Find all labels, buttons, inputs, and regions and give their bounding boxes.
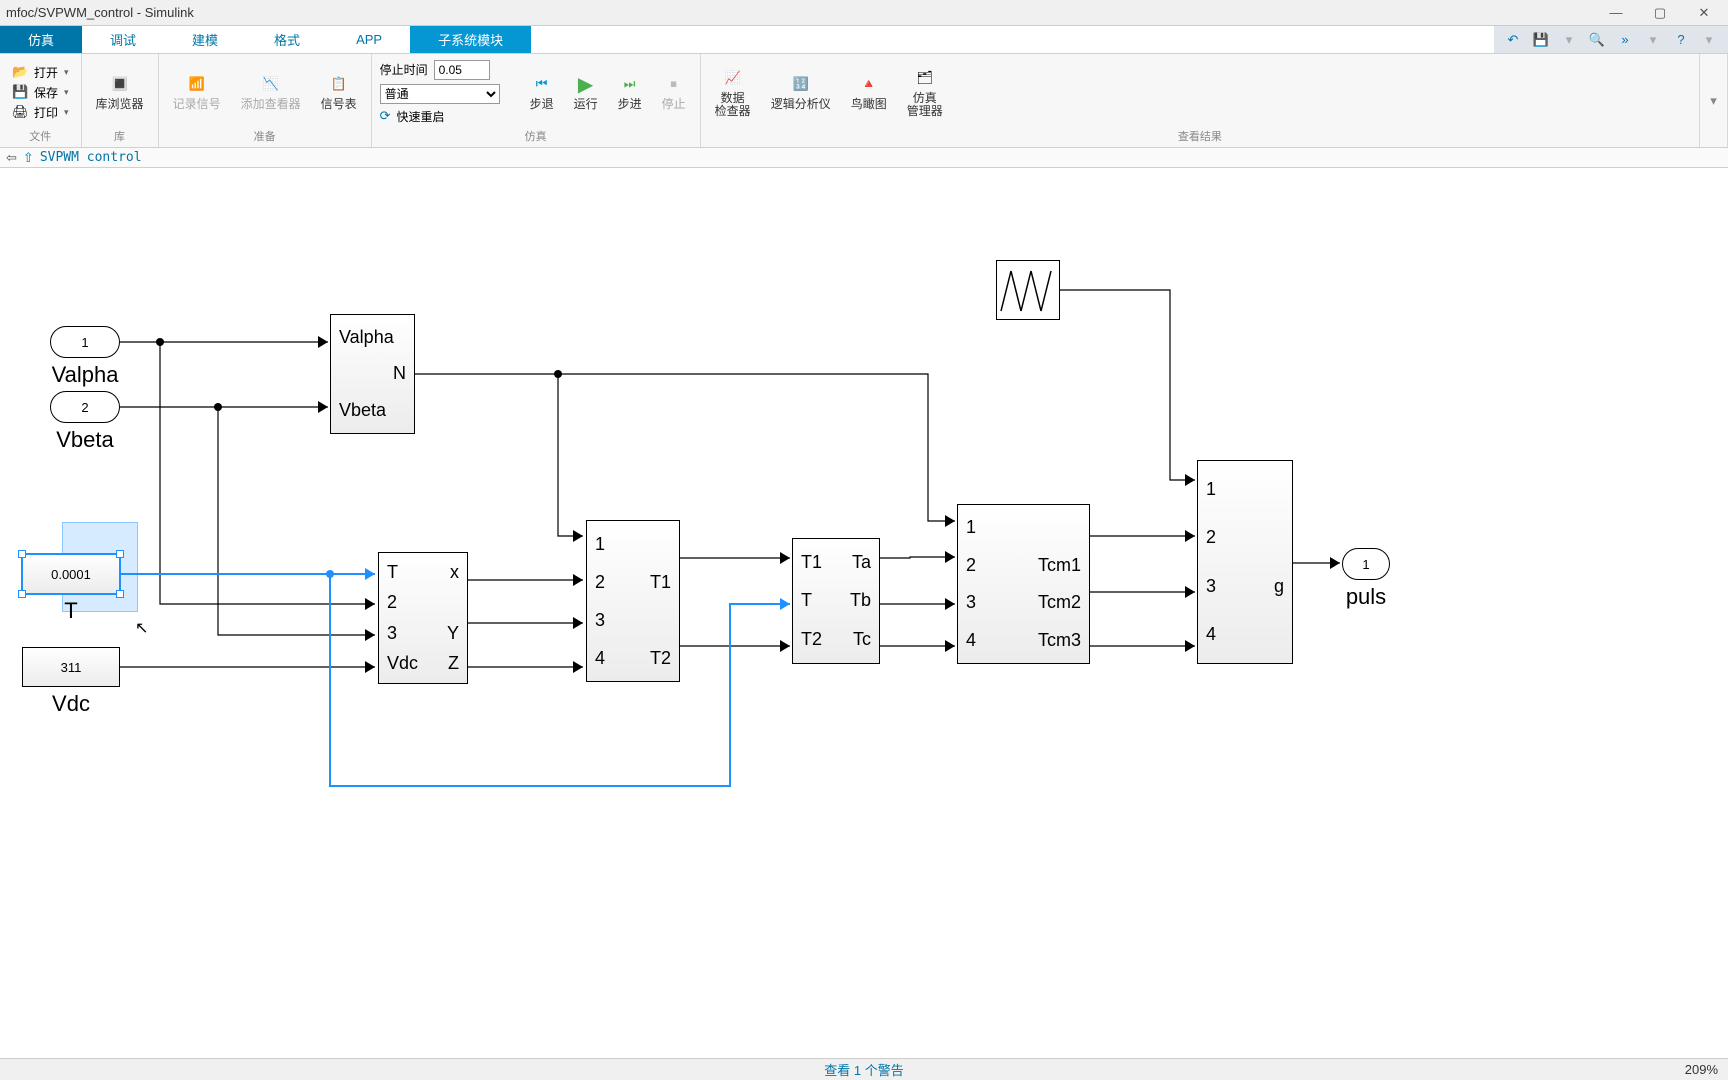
tab-simulation[interactable]: 仿真 bbox=[0, 26, 82, 53]
signal-junction bbox=[214, 403, 222, 411]
ribbon: 📂打开▾ 💾保存▾ 🖨打印▾ 文件 🔳库浏览器 库 📶记录信号 📉添加查看器 📋… bbox=[0, 54, 1728, 148]
simmgr-icon: 🗂 bbox=[913, 66, 937, 90]
log-signal-button[interactable]: 📶记录信号 bbox=[165, 70, 229, 113]
title-bar: mfoc/SVPWM_control - Simulink ― ▢ ✕ bbox=[0, 0, 1728, 26]
constant-Vdc-label: Vdc bbox=[22, 691, 120, 717]
tab-debug[interactable]: 调试 bbox=[82, 26, 164, 53]
xyz-block[interactable]: Tx 2 3Y VdcZ bbox=[378, 552, 468, 684]
inport-vbeta[interactable]: 2 bbox=[50, 391, 120, 423]
step-forward-icon: ⏭ bbox=[618, 72, 642, 96]
status-bar: 查看 1 个警告 209% bbox=[0, 1058, 1728, 1080]
library-icon: 🔳 bbox=[108, 72, 132, 96]
outport-puls[interactable]: 1 bbox=[1342, 548, 1390, 580]
stoptime-label: 停止时间 bbox=[380, 61, 428, 78]
quick-access: ↶ 💾 ▾ 🔍 » ▾ ? ▾ bbox=[1494, 26, 1728, 53]
model-path: ⇦ ⇧ SVPWM control bbox=[0, 148, 1728, 168]
data-inspector-button[interactable]: 📈数据 检查器 bbox=[707, 64, 759, 120]
table-icon: 📋 bbox=[327, 72, 351, 96]
toolstrip-tabs: 仿真 调试 建模 格式 APP 子系统模块 ↶ 💾 ▾ 🔍 » ▾ ? ▾ bbox=[0, 26, 1728, 54]
step-back-icon: ⏮ bbox=[530, 72, 554, 96]
ribbon-expand-icon[interactable]: ▾ bbox=[1710, 93, 1717, 109]
close-button[interactable]: ✕ bbox=[1686, 3, 1722, 23]
play-icon: ▶ bbox=[574, 72, 598, 96]
sim-manager-button[interactable]: 🗂仿真 管理器 bbox=[899, 64, 951, 120]
constant-Vdc-block[interactable]: 311 bbox=[22, 647, 120, 687]
signal-junction bbox=[554, 370, 562, 378]
stoptime-input[interactable] bbox=[434, 60, 490, 80]
minimize-button[interactable]: ― bbox=[1598, 3, 1634, 23]
help-icon[interactable]: ? bbox=[1670, 29, 1692, 51]
window-controls: ― ▢ ✕ bbox=[1598, 3, 1722, 23]
zoom-level[interactable]: 209% bbox=[1685, 1062, 1718, 1077]
signal-table-button[interactable]: 📋信号表 bbox=[313, 70, 365, 113]
tcm-block[interactable]: 1 2Tcm1 3Tcm2 4Tcm3 bbox=[957, 504, 1090, 664]
cursor-icon: ↖ bbox=[135, 618, 148, 638]
open-button[interactable]: 📂打开▾ bbox=[8, 63, 73, 82]
birdseye-button[interactable]: 🔺鸟瞰图 bbox=[843, 70, 895, 113]
nav-back-icon[interactable]: ⇦ bbox=[6, 150, 17, 166]
stop-icon: ⏹ bbox=[662, 72, 686, 96]
status-warning[interactable]: 查看 1 个警告 bbox=[824, 1060, 903, 1079]
save-icon[interactable]: 💾 bbox=[1530, 29, 1552, 51]
inport-vbeta-label: Vbeta bbox=[50, 427, 120, 453]
tab-modeling[interactable]: 建模 bbox=[164, 26, 246, 53]
save-button[interactable]: 💾保存▾ bbox=[8, 83, 73, 102]
logic-analyzer-button[interactable]: 🔢逻辑分析仪 bbox=[763, 70, 839, 113]
run-button[interactable]: ▶运行 bbox=[566, 70, 606, 113]
inport-valpha-label: Valpha bbox=[50, 362, 120, 388]
birdseye-icon: 🔺 bbox=[857, 72, 881, 96]
step-back-button[interactable]: ⏮步退 bbox=[522, 70, 562, 113]
inport-valpha[interactable]: 1 bbox=[50, 326, 120, 358]
save-icon: 💾 bbox=[12, 84, 28, 100]
tab-format[interactable]: 格式 bbox=[246, 26, 328, 53]
repeating-sequence-block[interactable] bbox=[996, 260, 1060, 320]
tab-app[interactable]: APP bbox=[328, 26, 410, 53]
search-icon[interactable]: 🔍 bbox=[1586, 29, 1608, 51]
forward-icon[interactable]: » bbox=[1614, 29, 1636, 51]
print-button[interactable]: 🖨打印▾ bbox=[8, 103, 73, 122]
signal-junction bbox=[156, 338, 164, 346]
add-viewer-button[interactable]: 📉添加查看器 bbox=[233, 70, 309, 113]
sim-mode-select[interactable]: 普通 bbox=[380, 84, 500, 104]
undo-icon[interactable]: ↶ bbox=[1502, 29, 1524, 51]
library-browser-button[interactable]: 🔳库浏览器 bbox=[88, 70, 152, 113]
compare-block[interactable]: 1 2 3g 4 bbox=[1197, 460, 1293, 664]
wifi-icon: 📶 bbox=[185, 72, 209, 96]
outport-puls-label: puls bbox=[1336, 584, 1396, 610]
step-forward-button[interactable]: ⏭步进 bbox=[610, 70, 650, 113]
t1t2-block[interactable]: 1 2T1 3 4T2 bbox=[586, 520, 680, 682]
chart-icon: 📈 bbox=[721, 66, 745, 90]
tabc-block[interactable]: T1Ta TTb T2Tc bbox=[792, 538, 880, 664]
nav-up-icon[interactable]: ⇧ bbox=[23, 150, 34, 166]
signal-junction bbox=[326, 570, 334, 578]
logic-icon: 🔢 bbox=[789, 72, 813, 96]
constant-T-label: T bbox=[22, 598, 120, 624]
scope-icon: 📉 bbox=[259, 72, 283, 96]
window-title: mfoc/SVPWM_control - Simulink bbox=[6, 5, 194, 20]
constant-T-block[interactable]: 0.0001 bbox=[22, 554, 120, 594]
tab-subsystem[interactable]: 子系统模块 bbox=[410, 26, 531, 53]
folder-open-icon: 📂 bbox=[12, 64, 28, 80]
maximize-button[interactable]: ▢ bbox=[1642, 3, 1678, 23]
group-file-label: 文件 bbox=[6, 128, 75, 145]
print-icon: 🖨 bbox=[12, 104, 28, 120]
model-canvas[interactable]: 1 Valpha 2 Vbeta 0.0001 T 311 Vdc Valpha… bbox=[0, 168, 1728, 1058]
path-crumb[interactable]: SVPWM control bbox=[40, 150, 142, 165]
fast-restart-icon[interactable]: ⟳ bbox=[380, 108, 391, 124]
stop-button[interactable]: ⏹停止 bbox=[654, 70, 694, 113]
sector-block[interactable]: Valpha N Vbeta bbox=[330, 314, 415, 434]
